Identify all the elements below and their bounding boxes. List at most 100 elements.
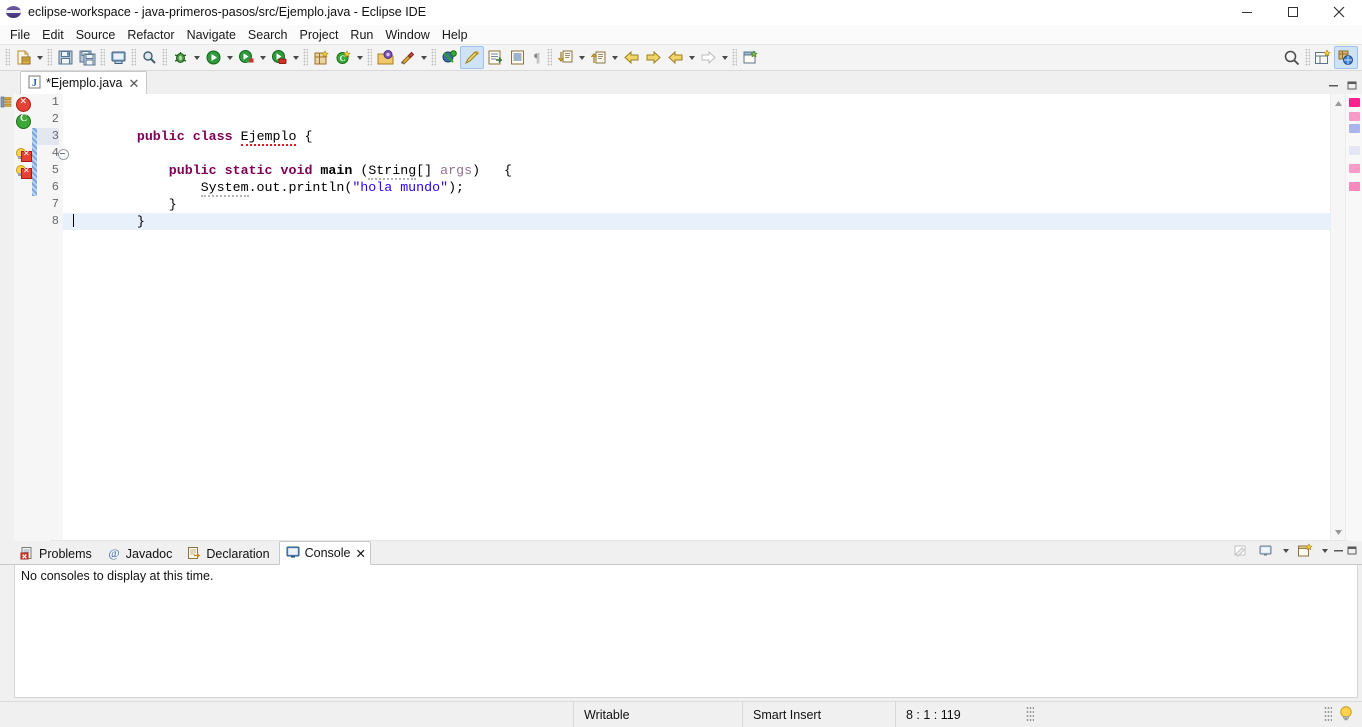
profile-dropdown-icon[interactable] (290, 47, 301, 68)
next-annotation-icon[interactable] (554, 47, 576, 68)
marker-quickfix-error-line-4[interactable] (15, 147, 32, 163)
display-selected-console-icon[interactable] (1255, 540, 1277, 561)
editor-text-area[interactable]: public class Ejemplo { public static voi… (63, 94, 1330, 541)
quick-access-search-icon[interactable] (1281, 47, 1303, 68)
editor-overview-ruler[interactable] (1345, 94, 1362, 541)
menu-edit[interactable]: Edit (36, 27, 70, 43)
open-task-icon[interactable] (484, 47, 506, 68)
previous-annotation-dropdown-icon[interactable] (609, 47, 620, 68)
coverage-icon[interactable] (235, 47, 257, 68)
toolbar-grip-9[interactable] (547, 49, 552, 66)
overview-mark[interactable] (1349, 124, 1360, 133)
editor-marker-bar[interactable] (14, 94, 32, 541)
forward-icon[interactable] (642, 47, 664, 68)
next-annotation-dropdown-icon[interactable] (576, 47, 587, 68)
close-button[interactable] (1316, 0, 1362, 24)
print-icon[interactable] (107, 47, 129, 68)
console-output-area[interactable]: No consoles to display at this time. (14, 565, 1358, 698)
next-edit-location-dropdown-icon[interactable] (719, 47, 730, 68)
menu-navigate[interactable]: Navigate (181, 27, 242, 43)
save-icon[interactable] (54, 47, 76, 68)
lightbulb-tip-icon[interactable] (1338, 705, 1354, 725)
show-source-icon[interactable] (506, 47, 528, 68)
editor-vertical-scrollbar[interactable] (1330, 94, 1345, 541)
editor-tab-close-icon[interactable]: ✕ (127, 77, 140, 90)
toolbar-grip[interactable] (5, 49, 10, 66)
debug-dropdown-icon[interactable] (191, 47, 202, 68)
minimize-button[interactable] (1224, 0, 1270, 24)
marker-quickfix-error-line-5[interactable] (15, 164, 32, 180)
last-edit-location-dropdown-icon[interactable] (686, 47, 697, 68)
toolbar-grip-10[interactable] (732, 49, 737, 66)
run-icon[interactable] (202, 47, 224, 68)
code-line-1[interactable] (63, 94, 1330, 111)
menu-refactor[interactable]: Refactor (121, 27, 180, 43)
menu-window[interactable]: Window (379, 27, 435, 43)
status-right-grip-icon[interactable] (1324, 706, 1332, 723)
back-icon[interactable] (620, 47, 642, 68)
marker-error-line-1[interactable] (15, 96, 31, 112)
tab-javadoc[interactable]: @ Javadoc (101, 543, 182, 565)
new-file-dropdown-icon[interactable] (34, 47, 45, 68)
display-selected-console-dropdown-icon[interactable] (1280, 540, 1291, 561)
toolbar-grip-7[interactable] (367, 49, 372, 66)
save-all-icon[interactable] (76, 47, 98, 68)
console-minimize-icon[interactable] (1333, 545, 1344, 556)
new-java-class-dropdown-icon[interactable] (354, 47, 365, 68)
last-edit-location-icon[interactable] (664, 47, 686, 68)
debug-icon[interactable] (169, 47, 191, 68)
menu-search[interactable]: Search (242, 27, 294, 43)
code-line-8[interactable] (63, 213, 1330, 230)
code-line-7[interactable]: } (63, 196, 1330, 229)
run-dropdown-icon[interactable] (224, 47, 235, 68)
open-console-icon[interactable] (1294, 540, 1316, 561)
overview-mark[interactable] (1349, 182, 1360, 191)
code-line-4[interactable]: public static void main (String[] args) … (63, 145, 1330, 180)
overview-mark[interactable] (1349, 98, 1360, 107)
new-file-icon[interactable] (12, 47, 34, 68)
toolbar-grip-2[interactable] (47, 49, 52, 66)
skip-breakpoints-icon[interactable] (438, 47, 460, 68)
editor-maximize-icon[interactable] (1347, 80, 1358, 91)
toolbar-grip-3[interactable] (100, 49, 105, 66)
overview-mark[interactable] (1349, 146, 1360, 155)
tab-problems[interactable]: Problems (14, 543, 101, 565)
open-console-dropdown-icon[interactable] (1319, 540, 1330, 561)
toolbar-grip-5[interactable] (162, 49, 167, 66)
console-maximize-icon[interactable] (1347, 545, 1358, 556)
java-perspective-icon[interactable] (1334, 46, 1358, 69)
scroll-down-icon[interactable] (1331, 525, 1345, 539)
code-line-2[interactable]: public class Ejemplo { (63, 111, 1330, 146)
overview-mark[interactable] (1349, 112, 1360, 121)
menu-file[interactable]: File (4, 27, 36, 43)
next-edit-location-icon[interactable] (697, 47, 719, 68)
open-perspective-icon[interactable] (1312, 47, 1334, 68)
tab-console[interactable]: Console ✕ (278, 541, 371, 565)
marker-class-line-2[interactable] (15, 113, 31, 129)
menu-help[interactable]: Help (436, 27, 474, 43)
overview-mark[interactable] (1349, 164, 1360, 173)
maximize-button[interactable] (1270, 0, 1316, 24)
menu-project[interactable]: Project (294, 27, 345, 43)
toolbar-grip-6[interactable] (303, 49, 308, 66)
menu-run[interactable]: Run (344, 27, 379, 43)
coverage-dropdown-icon[interactable] (257, 47, 268, 68)
open-type-icon[interactable] (374, 47, 396, 68)
search-file-icon[interactable] (138, 47, 160, 68)
toolbar-grip-4[interactable] (131, 49, 136, 66)
toggle-breadcrumb-icon[interactable] (0, 96, 12, 111)
tab-console-close-icon[interactable]: ✕ (355, 546, 365, 561)
menu-source[interactable]: Source (70, 27, 122, 43)
new-java-class-icon[interactable]: C (332, 47, 354, 68)
profile-icon[interactable] (268, 47, 290, 68)
toggle-mark-occurrences-icon[interactable] (460, 46, 484, 69)
new-java-project-icon[interactable] (310, 47, 332, 68)
perspective-grip[interactable] (1305, 49, 1310, 66)
toolbar-grip-8[interactable] (431, 49, 436, 66)
status-overflow-icon[interactable] (1026, 706, 1034, 723)
external-tools-dropdown-icon[interactable] (418, 47, 429, 68)
editor-minimize-icon[interactable] (1328, 80, 1339, 91)
show-whitespace-icon[interactable]: ¶ (528, 47, 545, 68)
external-tools-icon[interactable] (396, 47, 418, 68)
previous-annotation-icon[interactable] (587, 47, 609, 68)
